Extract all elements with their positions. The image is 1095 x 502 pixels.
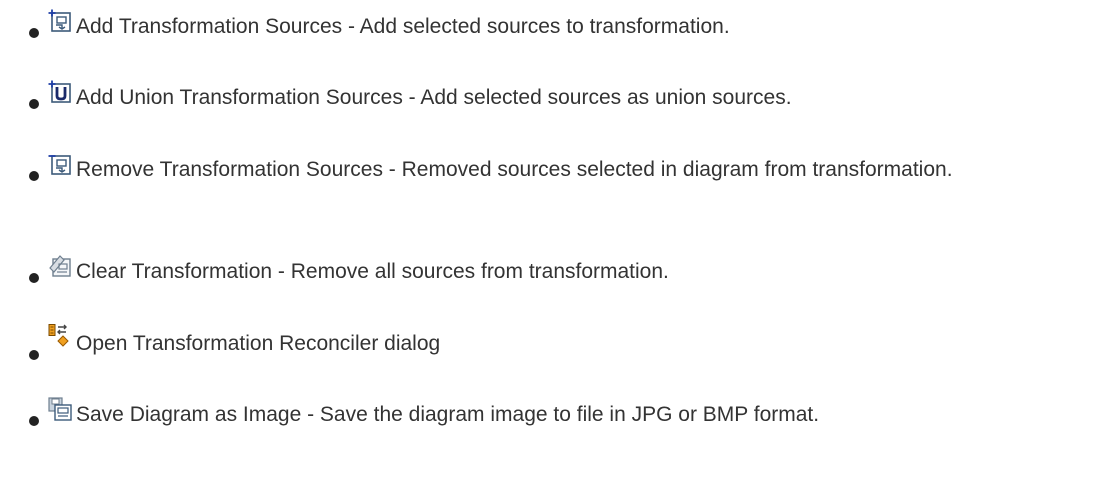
save-image-icon: [48, 397, 72, 421]
list-item-save-diagram-as-image: Save Diagram as Image - Save the diagram…: [29, 397, 1088, 431]
list-item-remove-transformation-sources: Remove Transformation Sources - Removed …: [29, 152, 1088, 186]
bullet: [29, 273, 39, 283]
item-text: Remove Transformation Sources - Removed …: [76, 158, 953, 181]
item-text: Save Diagram as Image - Save the diagram…: [76, 403, 820, 426]
bullet: [29, 416, 39, 426]
list-item-add-union-transformation-sources: Add Union Transformation Sources - Add s…: [29, 80, 1088, 114]
list-item-add-transformation-sources: Add Transformation Sources - Add selecte…: [29, 9, 1088, 43]
clear-transformation-icon: [48, 254, 72, 278]
list-item-clear-transformation: Clear Transformation - Remove all source…: [29, 254, 1088, 288]
bullet: [29, 171, 39, 181]
bullet: [29, 28, 39, 38]
item-text: Add Union Transformation Sources - Add s…: [76, 86, 792, 109]
add-union-sources-icon: [48, 80, 72, 104]
item-text: Clear Transformation - Remove all source…: [76, 260, 669, 283]
bullet: [29, 350, 39, 360]
item-text: Add Transformation Sources - Add selecte…: [76, 15, 730, 38]
add-sources-icon: [48, 9, 72, 33]
remove-sources-icon: [48, 152, 72, 176]
bullet: [29, 99, 39, 109]
item-text: Open Transformation Reconciler dialog: [76, 332, 441, 355]
reconciler-icon: [48, 324, 72, 348]
list-item-open-transformation-reconciler: Open Transformation Reconciler dialog: [29, 324, 1088, 360]
